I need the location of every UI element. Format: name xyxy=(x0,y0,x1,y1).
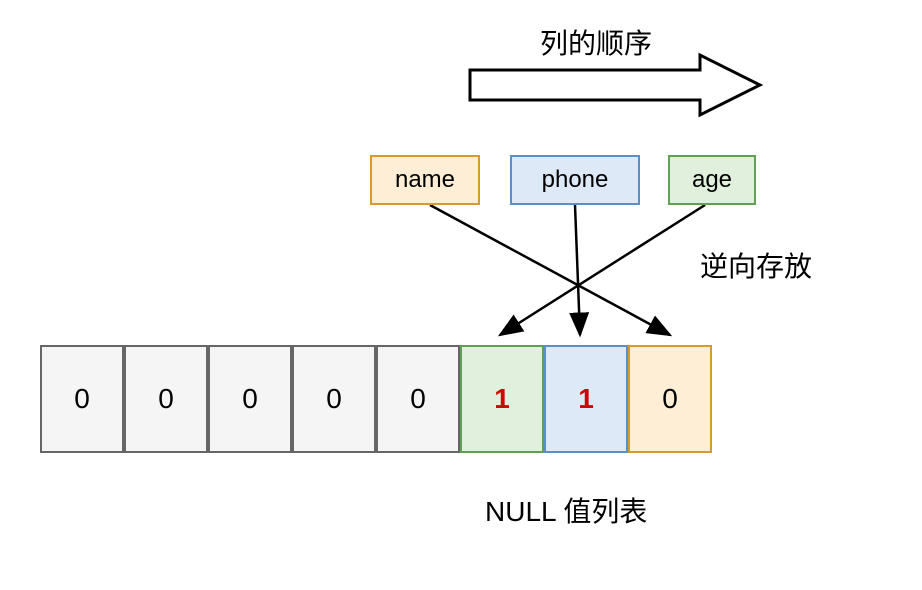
column-label: phone xyxy=(542,166,609,194)
bit-value: 0 xyxy=(326,383,342,415)
arrow-phone-to-bit xyxy=(575,205,580,335)
bit-value: 0 xyxy=(410,383,426,415)
bit-cell: 0 xyxy=(208,345,292,453)
bit-cell: 1 xyxy=(460,345,544,453)
bit-cell: 0 xyxy=(124,345,208,453)
bit-cell: 1 xyxy=(544,345,628,453)
bit-cell: 0 xyxy=(40,345,124,453)
column-box-age: age xyxy=(668,155,756,205)
bit-value: 0 xyxy=(242,383,258,415)
diagram-overlay xyxy=(0,0,922,590)
column-label: name xyxy=(395,166,455,194)
null-list-label: NULL 值列表 xyxy=(485,490,647,530)
column-box-phone: phone xyxy=(510,155,640,205)
bit-value: 0 xyxy=(74,383,90,415)
arrow-age-to-bit xyxy=(500,205,705,335)
bit-cell: 0 xyxy=(628,345,712,453)
column-order-label: 列的顺序 xyxy=(540,22,652,62)
arrow-name-to-bit xyxy=(430,205,670,335)
bit-cell: 0 xyxy=(376,345,460,453)
column-order-arrow xyxy=(470,55,760,115)
bit-value: 1 xyxy=(494,383,510,415)
bit-value: 1 xyxy=(578,383,594,415)
column-label: age xyxy=(692,166,732,194)
bit-value: 0 xyxy=(662,383,678,415)
bit-value: 0 xyxy=(158,383,174,415)
column-box-name: name xyxy=(370,155,480,205)
bit-cell: 0 xyxy=(292,345,376,453)
reverse-store-label: 逆向存放 xyxy=(700,245,812,285)
